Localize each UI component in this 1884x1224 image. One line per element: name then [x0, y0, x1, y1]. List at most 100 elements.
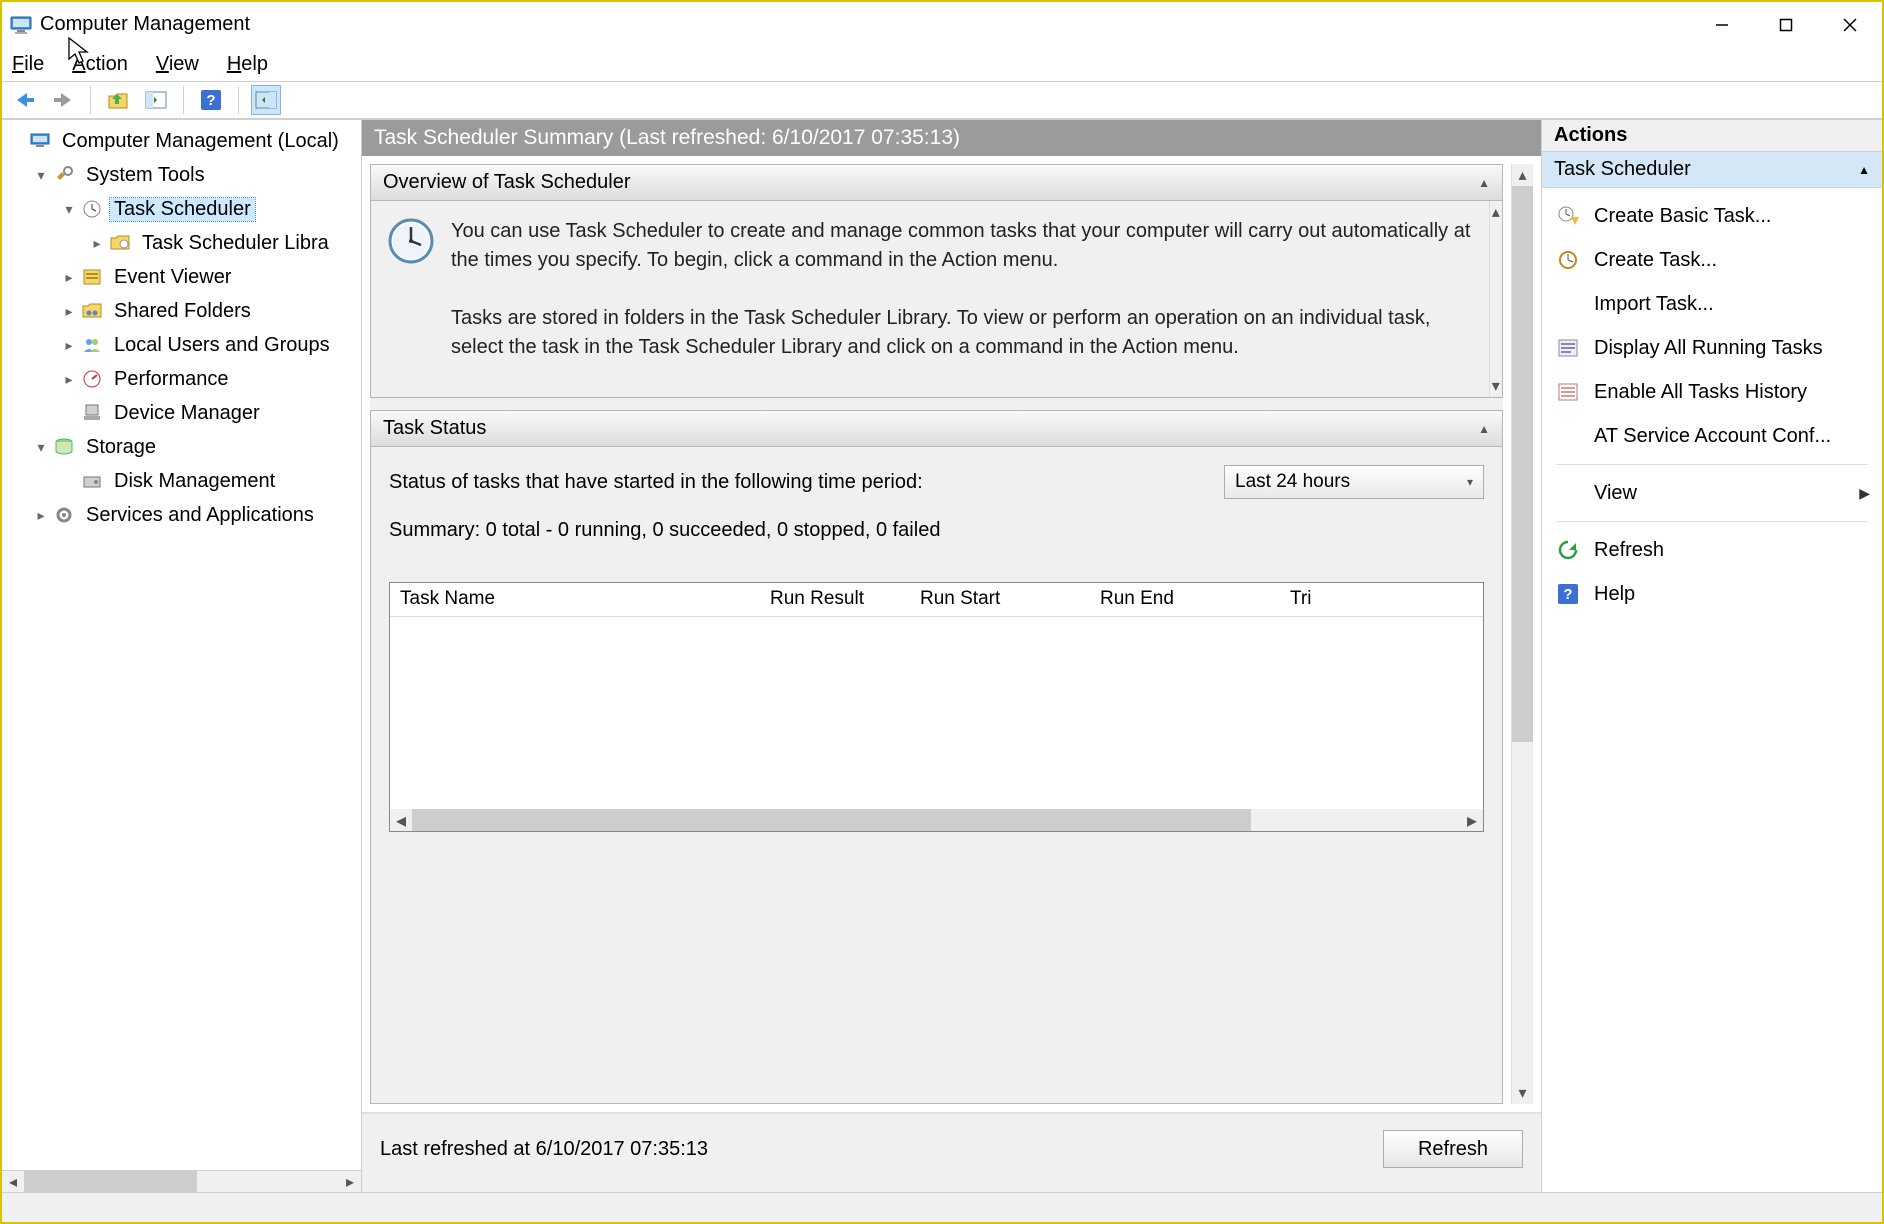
show-hide-action-pane-button[interactable] — [251, 85, 281, 115]
menu-file[interactable]: File — [12, 53, 44, 76]
maximize-button[interactable] — [1754, 2, 1818, 47]
tree-device-manager[interactable]: Device Manager — [2, 396, 361, 430]
summary-header: Task Scheduler Summary (Last refreshed: … — [362, 120, 1541, 156]
show-hide-tree-button[interactable] — [141, 85, 171, 115]
expand-icon[interactable]: ▸ — [58, 269, 80, 286]
scroll-right-icon[interactable]: ▸ — [1461, 809, 1483, 831]
expand-icon[interactable]: ▸ — [58, 303, 80, 320]
up-folder-button[interactable] — [103, 85, 133, 115]
shared-folder-icon — [80, 299, 104, 323]
running-tasks-icon — [1556, 336, 1580, 360]
menu-help[interactable]: Help — [227, 53, 268, 76]
action-at-service-account[interactable]: AT Service Account Conf... — [1542, 414, 1882, 458]
tree-scrollbar[interactable]: ◂ ▸ — [2, 1170, 361, 1192]
menu-view[interactable]: View — [156, 53, 199, 76]
expand-icon[interactable]: ▸ — [58, 371, 80, 388]
scrollbar-thumb[interactable] — [24, 1171, 197, 1193]
tree-pane: Computer Management (Local) ▾ System Too… — [2, 120, 362, 1192]
services-icon — [52, 503, 76, 527]
scroll-down-icon[interactable]: ▾ — [1490, 375, 1502, 397]
console-tree[interactable]: Computer Management (Local) ▾ System Too… — [2, 120, 361, 1170]
scrollbar-thumb[interactable] — [1512, 186, 1533, 742]
refresh-button[interactable]: Refresh — [1383, 1130, 1523, 1168]
expand-icon[interactable]: ▸ — [30, 507, 52, 524]
menu-action[interactable]: Action — [72, 53, 128, 76]
tree-performance[interactable]: ▸ Performance — [2, 362, 361, 396]
forward-button[interactable] — [48, 85, 78, 115]
expand-icon[interactable]: ▸ — [86, 235, 108, 252]
scroll-up-icon[interactable]: ▴ — [1512, 164, 1533, 186]
action-display-running[interactable]: Display All Running Tasks — [1542, 326, 1882, 370]
minimize-button[interactable] — [1690, 2, 1754, 47]
action-enable-history[interactable]: Enable All Tasks History — [1542, 370, 1882, 414]
titlebar: Computer Management — [2, 2, 1882, 47]
action-import-task[interactable]: Import Task... — [1542, 282, 1882, 326]
computer-management-icon — [10, 14, 32, 36]
tree-disk-management[interactable]: Disk Management — [2, 464, 361, 498]
overview-paragraph-2: Tasks are stored in folders in the Task … — [451, 304, 1473, 362]
folder-clock-icon — [108, 231, 132, 255]
action-view[interactable]: View ▶ — [1542, 471, 1882, 515]
tree-root[interactable]: Computer Management (Local) — [2, 124, 361, 158]
tree-root-label: Computer Management (Local) — [58, 130, 343, 153]
scroll-down-icon[interactable]: ▾ — [1512, 1082, 1533, 1104]
clock-icon — [80, 197, 104, 221]
svg-text:?: ? — [1563, 586, 1572, 603]
collapse-icon[interactable]: ▾ — [30, 167, 52, 184]
scroll-up-icon[interactable]: ▴ — [1490, 201, 1502, 223]
collapse-icon: ▲ — [1478, 422, 1490, 436]
action-refresh[interactable]: Refresh — [1542, 528, 1882, 572]
toolbar: ? — [2, 81, 1882, 119]
tree-shared-folders[interactable]: ▸ Shared Folders — [2, 294, 361, 328]
table-header[interactable]: Task Name Run Result Run Start Run End T… — [390, 583, 1483, 617]
center-footer: Last refreshed at 6/10/2017 07:35:13 Ref… — [362, 1112, 1541, 1192]
tree-event-viewer[interactable]: ▸ Event Viewer — [2, 260, 361, 294]
col-run-end[interactable]: Run End — [1090, 583, 1280, 616]
table-scrollbar[interactable]: ◂ ▸ — [390, 809, 1483, 831]
tree-storage[interactable]: ▾ Storage — [2, 430, 361, 464]
task-status-panel: Task Status ▲ Status of tasks that have … — [370, 410, 1503, 1104]
col-triggered[interactable]: Tri — [1280, 583, 1483, 616]
back-button[interactable] — [10, 85, 40, 115]
tree-local-users-groups[interactable]: ▸ Local Users and Groups — [2, 328, 361, 362]
scroll-left-icon[interactable]: ◂ — [2, 1171, 24, 1193]
collapse-icon: ▲ — [1858, 163, 1870, 177]
separator — [1556, 464, 1868, 465]
scroll-right-icon[interactable]: ▸ — [339, 1171, 361, 1193]
task-status-table: Task Name Run Result Run Start Run End T… — [389, 582, 1484, 832]
svg-text:?: ? — [206, 92, 215, 109]
storage-icon — [52, 435, 76, 459]
scrollbar-thumb[interactable] — [412, 809, 1251, 831]
help-icon: ? — [1556, 582, 1580, 606]
refresh-icon — [1556, 538, 1580, 562]
actions-section[interactable]: Task Scheduler ▲ — [1542, 152, 1882, 188]
tree-services-apps[interactable]: ▸ Services and Applications — [2, 498, 361, 532]
status-period-label: Status of tasks that have started in the… — [389, 471, 923, 494]
period-select[interactable]: Last 24 hours ▾ — [1224, 465, 1484, 499]
action-create-task[interactable]: Create Task... — [1542, 238, 1882, 282]
overview-paragraph-1: You can use Task Scheduler to create and… — [451, 217, 1473, 275]
center-scrollbar[interactable]: ▴ ▾ — [1511, 164, 1533, 1104]
col-task-name[interactable]: Task Name — [390, 583, 760, 616]
event-viewer-icon — [80, 265, 104, 289]
overview-header[interactable]: Overview of Task Scheduler ▲ — [371, 165, 1502, 201]
tree-system-tools[interactable]: ▾ System Tools — [2, 158, 361, 192]
help-button[interactable]: ? — [196, 85, 226, 115]
center-pane: Task Scheduler Summary (Last refreshed: … — [362, 120, 1542, 1192]
collapse-icon[interactable]: ▾ — [58, 201, 80, 218]
collapse-icon[interactable]: ▾ — [30, 439, 52, 456]
close-button[interactable] — [1818, 2, 1882, 47]
action-create-basic-task[interactable]: Create Basic Task... — [1542, 194, 1882, 238]
collapse-icon: ▲ — [1478, 176, 1490, 190]
overview-scrollbar[interactable]: ▴ ▾ — [1489, 201, 1502, 397]
action-help[interactable]: ? Help — [1542, 572, 1882, 616]
task-status-header[interactable]: Task Status ▲ — [371, 411, 1502, 447]
col-run-start[interactable]: Run Start — [910, 583, 1090, 616]
performance-icon — [80, 367, 104, 391]
col-run-result[interactable]: Run Result — [760, 583, 910, 616]
tree-task-scheduler[interactable]: ▾ Task Scheduler — [2, 192, 361, 226]
tree-task-scheduler-library[interactable]: ▸ Task Scheduler Libra — [2, 226, 361, 260]
overview-panel: Overview of Task Scheduler ▲ You can us — [370, 164, 1503, 398]
scroll-left-icon[interactable]: ◂ — [390, 809, 412, 831]
expand-icon[interactable]: ▸ — [58, 337, 80, 354]
